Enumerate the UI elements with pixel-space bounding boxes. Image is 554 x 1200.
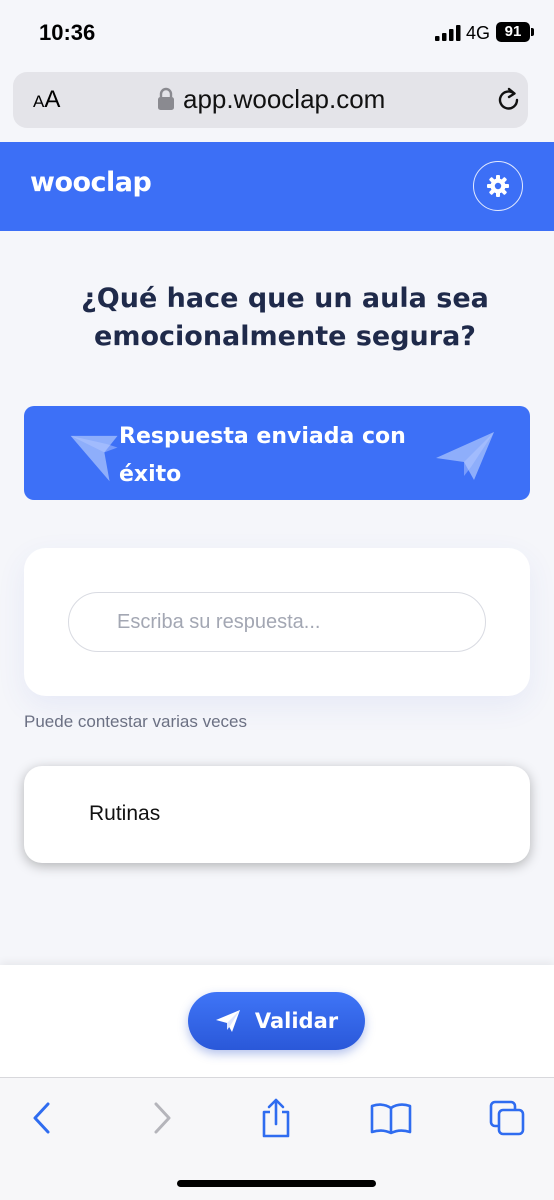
multiple-answers-hint: Puede contestar varias veces	[24, 712, 248, 731]
app-header: wooclap	[0, 142, 554, 231]
question-title: ¿Qué hace que un aula sea emocionalmente…	[81, 283, 489, 352]
url-text[interactable]: app.wooclap.com	[183, 84, 385, 115]
submitted-answer-text: Rutinas	[89, 802, 161, 825]
settings-button[interactable]	[473, 161, 523, 211]
success-banner: Respuesta enviada con éxito	[24, 406, 530, 500]
validate-button[interactable]: Validar	[188, 992, 365, 1050]
text-size-button[interactable]: AA	[33, 86, 60, 114]
lock-icon	[158, 87, 174, 110]
banner-text: Respuesta enviada con éxito	[119, 424, 406, 487]
battery-nub	[531, 28, 534, 36]
share-button[interactable]	[254, 1096, 298, 1140]
answer-card	[24, 548, 530, 696]
status-bar: 10:36 4G 91	[0, 0, 554, 66]
tabs-button[interactable]	[485, 1096, 529, 1140]
bookmarks-icon	[370, 1103, 412, 1135]
back-icon	[33, 1102, 50, 1134]
validate-label: Validar	[254, 1009, 339, 1033]
signal-icon	[435, 25, 461, 41]
forward-icon	[154, 1102, 171, 1134]
tabs-icon	[489, 1100, 525, 1136]
network-type: 4G	[466, 23, 491, 43]
address-bar[interactable]: AA app.wooclap.com	[13, 72, 528, 128]
answer-input[interactable]	[68, 592, 486, 652]
send-icon	[215, 1010, 240, 1032]
bookmarks-button[interactable]	[369, 1096, 413, 1140]
paper-plane-icon	[436, 432, 494, 480]
bottom-action-panel: Validar	[0, 965, 554, 1077]
home-indicator	[177, 1180, 376, 1187]
reload-icon[interactable]	[495, 86, 523, 114]
battery-icon: 91	[496, 22, 530, 42]
forward-button[interactable]	[140, 1096, 184, 1140]
gear-icon	[487, 175, 509, 197]
back-button[interactable]	[20, 1096, 64, 1140]
submitted-answer-item: Rutinas	[24, 766, 530, 863]
status-time: 10:36	[39, 20, 96, 45]
wooclap-logo: wooclap	[30, 167, 152, 198]
share-icon	[262, 1098, 290, 1138]
